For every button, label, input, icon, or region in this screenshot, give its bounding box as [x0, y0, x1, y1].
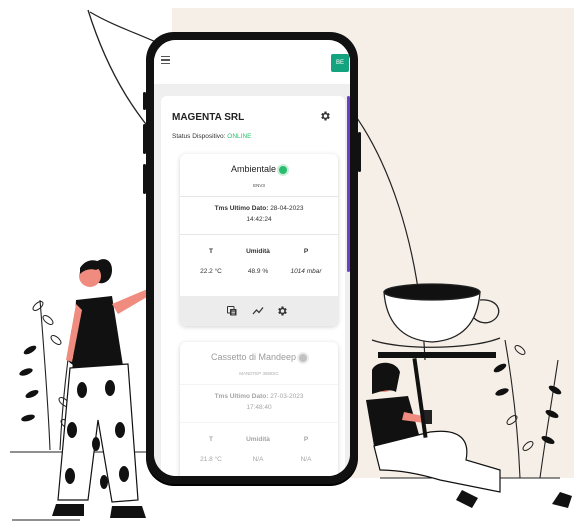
last-data-timestamp: Tms Ultimo Dato: 27-03-2023 17:48:40: [180, 391, 338, 413]
divider: [180, 196, 338, 197]
device-card[interactable]: Ambientale ENV3 Tms Ultimo Dato: 28-04-2…: [180, 154, 338, 326]
divider: [180, 384, 338, 385]
scrollbar[interactable]: [347, 96, 350, 272]
phone-side-button: [143, 164, 146, 194]
phone-frame: BE MAGENTA SRL Status Dispositivo: ONLIN…: [143, 32, 361, 484]
divider: [180, 234, 338, 235]
value-pressure: 1014 mbar: [290, 268, 322, 275]
device-code: ENV3: [253, 183, 265, 188]
device-card[interactable]: Cassetto di Mandeep MANDTEP 3858SC Tms U…: [180, 342, 338, 476]
illustration-scene: BE MAGENTA SRL Status Dispositivo: ONLIN…: [0, 0, 574, 531]
device-name-row: Cassetto di Mandeep: [180, 352, 338, 362]
column-header-humidity: Umidità: [246, 436, 270, 443]
phone-side-button: [143, 92, 146, 110]
value-temperature: 22.2 °C: [200, 268, 222, 275]
menu-icon[interactable]: [161, 56, 170, 64]
phone-side-button: [358, 132, 361, 172]
last-data-date: 28-04-2023: [270, 205, 304, 212]
status-online-value: ONLINE: [227, 133, 252, 140]
column-header-t: T: [209, 436, 213, 443]
company-title: MAGENTA SRL: [172, 112, 245, 123]
column-header-p: P: [303, 248, 309, 255]
card-actions: [180, 296, 338, 326]
last-data-time: 17:48:40: [246, 404, 272, 411]
device-name: Ambientale: [230, 164, 277, 174]
device-name: Cassetto di Mandeep: [210, 352, 297, 362]
value-temperature: 21.8 °C: [200, 456, 222, 463]
status-dot-icon: [279, 165, 288, 174]
coffee-table: [378, 352, 496, 358]
column-header-t: T: [209, 248, 213, 255]
last-data-label: Tms Ultimo Dato:: [214, 393, 269, 400]
app-content: MAGENTA SRL Status Dispositivo: ONLINE A…: [154, 84, 350, 476]
gear-icon[interactable]: [319, 110, 331, 122]
phone-side-button: [143, 124, 146, 154]
value-humidity: N/A: [252, 456, 264, 463]
app-screen: BE MAGENTA SRL Status Dispositivo: ONLIN…: [154, 40, 350, 476]
user-avatar-button[interactable]: BE: [331, 54, 349, 72]
company-panel: MAGENTA SRL Status Dispositivo: ONLINE A…: [161, 96, 345, 476]
copy-icon[interactable]: [226, 305, 238, 317]
divider: [180, 422, 338, 423]
device-code: MANDTEP 3858SC: [239, 371, 279, 376]
status-label: Status Dispositivo:: [172, 133, 226, 140]
gear-icon[interactable]: [276, 305, 288, 317]
status-dot-icon: [299, 353, 308, 362]
chart-line-icon[interactable]: [252, 305, 264, 317]
column-header-humidity: Umidità: [246, 248, 270, 255]
app-topbar: BE: [154, 40, 350, 84]
last-data-time: 14:42:24: [246, 216, 272, 223]
device-status: Status Dispositivo: ONLINE: [172, 133, 251, 140]
device-name-row: Ambientale: [180, 164, 338, 174]
last-data-label: Tms Ultimo Dato:: [214, 205, 269, 212]
value-pressure: N/A: [300, 456, 312, 463]
last-data-date: 27-03-2023: [270, 393, 304, 400]
last-data-timestamp: Tms Ultimo Dato: 28-04-2023 14:42:24: [180, 203, 338, 225]
column-header-p: P: [303, 436, 309, 443]
value-humidity: 48.9 %: [247, 268, 269, 275]
